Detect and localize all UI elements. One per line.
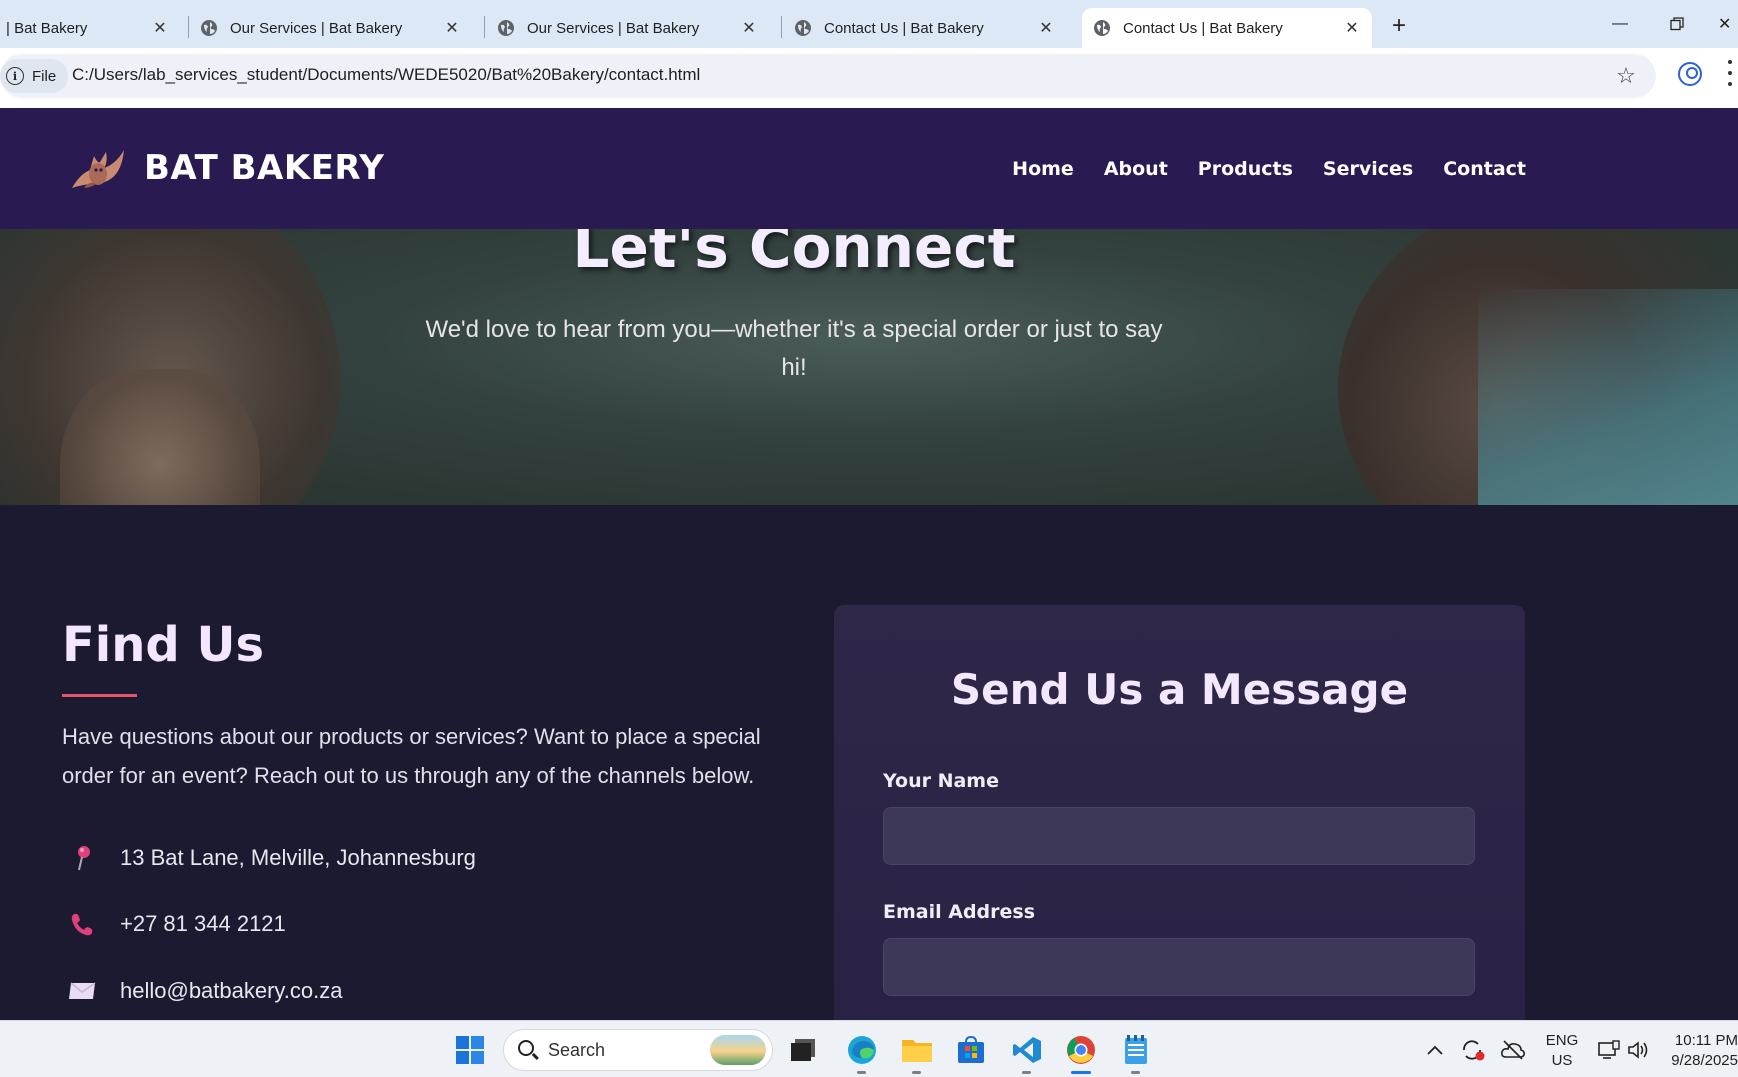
phone-row: +27 81 344 2121 xyxy=(62,909,286,939)
search-highlight-image xyxy=(710,1035,766,1065)
hero-subtitle: We'd love to hear from you—whether it's … xyxy=(425,316,1163,381)
phone-text[interactable]: +27 81 344 2121 xyxy=(120,911,286,937)
notepad-icon[interactable] xyxy=(1119,1033,1153,1067)
task-view-icon[interactable] xyxy=(786,1033,820,1067)
hero-banner: Let's Connect We'd love to hear from you… xyxy=(0,229,1738,505)
tab-title: Our Services | Bat Bakery xyxy=(527,19,700,37)
nav-link-contact[interactable]: Contact xyxy=(1443,158,1526,180)
nav-link-about[interactable]: About xyxy=(1104,158,1168,180)
microsoft-store-icon[interactable] xyxy=(954,1033,988,1067)
file-chip-label: File xyxy=(32,67,57,85)
browser-tab[interactable]: Our Services | Bat Bakery ✕ xyxy=(497,8,769,48)
close-tab-icon[interactable]: ✕ xyxy=(442,18,462,38)
globe-icon xyxy=(201,20,217,36)
tab-title: Our Services | Bat Bakery xyxy=(230,19,403,37)
minimize-icon[interactable]: — xyxy=(1605,10,1635,38)
envelope-icon xyxy=(62,976,102,1006)
heading-underline xyxy=(62,694,137,697)
address-bar[interactable]: i File C:/Users/lab_services_student/Doc… xyxy=(0,54,1656,98)
edge-browser-icon[interactable] xyxy=(845,1033,879,1067)
chrome-icon[interactable] xyxy=(1064,1033,1098,1067)
email-input[interactable] xyxy=(883,938,1475,996)
clock[interactable]: 10:11 PM 9/28/2025 xyxy=(1660,1031,1738,1071)
map-pin-icon xyxy=(62,843,102,873)
message-form-title: Send Us a Message xyxy=(950,665,1409,714)
globe-icon xyxy=(795,20,811,36)
name-input[interactable] xyxy=(883,807,1475,865)
nav-link-services[interactable]: Services xyxy=(1323,158,1413,180)
site-info-button[interactable]: i File xyxy=(0,59,69,93)
clock-time: 10:11 PM xyxy=(1674,1032,1738,1049)
cloud-offline-icon[interactable] xyxy=(1496,1033,1530,1067)
volume-icon[interactable] xyxy=(1622,1033,1656,1067)
language-indicator[interactable]: ENG US xyxy=(1542,1031,1582,1071)
close-tab-icon[interactable]: ✕ xyxy=(1036,18,1056,38)
bat-logo-icon[interactable] xyxy=(70,144,126,196)
close-tab-icon[interactable]: ✕ xyxy=(739,18,759,38)
site-brand[interactable]: BAT BAKERY xyxy=(144,148,384,188)
network-display-icon[interactable] xyxy=(1592,1033,1626,1067)
address-row: 13 Bat Lane, Melville, Johannesburg xyxy=(62,843,476,873)
email-field-label: Email Address xyxy=(883,901,1036,923)
windows-taskbar: Search ENG US 10:11 PM 9/28/2025 xyxy=(0,1020,1738,1077)
phone-icon xyxy=(62,909,102,939)
main-nav: Home About Products Services Contact xyxy=(1012,158,1526,180)
tab-title: Contact Us | Bat Bakery xyxy=(1123,19,1283,37)
email-row: hello@batbakery.co.za xyxy=(62,976,343,1006)
clock-date: 9/28/2025 xyxy=(1671,1052,1738,1069)
hero-title: Let's Connect xyxy=(572,229,1016,281)
browser-tab[interactable]: | Bat Bakery ✕ xyxy=(0,8,180,48)
info-icon: i xyxy=(6,67,24,85)
url-text[interactable]: C:/Users/lab_services_student/Documents/… xyxy=(72,65,700,85)
browser-tab-active[interactable]: Contact Us | Bat Bakery ✕ xyxy=(1082,8,1372,48)
find-us-heading: Find Us xyxy=(62,617,265,673)
browser-tab[interactable]: Contact Us | Bat Bakery ✕ xyxy=(794,8,1066,48)
bookmark-star-icon[interactable]: ☆ xyxy=(1614,63,1638,88)
restore-icon[interactable] xyxy=(1662,10,1692,38)
search-icon xyxy=(518,1040,534,1056)
profile-icon[interactable] xyxy=(1678,62,1702,86)
more-menu-icon[interactable] xyxy=(1726,60,1734,86)
nav-link-products[interactable]: Products xyxy=(1198,158,1293,180)
tab-title: Contact Us | Bat Bakery xyxy=(824,19,984,37)
nav-link-home[interactable]: Home xyxy=(1012,158,1074,180)
browser-toolbar: i File C:/Users/lab_services_student/Doc… xyxy=(0,48,1738,108)
chevron-up-icon[interactable] xyxy=(1418,1033,1452,1067)
name-field-label: Your Name xyxy=(883,770,999,792)
contact-section: Find Us Have questions about our product… xyxy=(0,505,1738,1035)
globe-icon xyxy=(1094,20,1110,36)
sync-icon[interactable] xyxy=(1456,1033,1490,1067)
message-form-card: Send Us a Message Your Name Email Addres… xyxy=(834,605,1525,1035)
taskbar-search-box[interactable]: Search xyxy=(503,1029,773,1071)
close-window-icon[interactable]: ✕ xyxy=(1718,10,1738,38)
email-text[interactable]: hello@batbakery.co.za xyxy=(120,978,343,1004)
taskbar-search-label: Search xyxy=(548,1040,606,1060)
close-tab-icon[interactable]: ✕ xyxy=(1342,18,1362,38)
vscode-icon[interactable] xyxy=(1010,1033,1044,1067)
file-explorer-icon[interactable] xyxy=(900,1033,934,1067)
browser-tab-strip: | Bat Bakery ✕ Our Services | Bat Bakery… xyxy=(0,0,1738,48)
new-tab-button[interactable]: + xyxy=(1385,12,1413,40)
address-text: 13 Bat Lane, Melville, Johannesburg xyxy=(120,845,476,870)
tab-title: | Bat Bakery xyxy=(6,19,88,37)
windows-start-icon[interactable] xyxy=(453,1033,487,1067)
close-tab-icon[interactable]: ✕ xyxy=(150,18,170,38)
find-us-description: Have questions about our products or ser… xyxy=(62,724,761,788)
site-header: BAT BAKERY Home About Products Services … xyxy=(0,108,1738,229)
globe-icon xyxy=(498,20,514,36)
browser-tab[interactable]: Our Services | Bat Bakery ✕ xyxy=(200,8,472,48)
